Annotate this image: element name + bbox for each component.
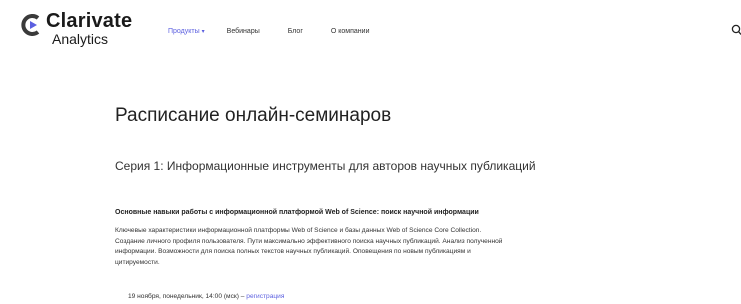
description-line: Ключевые характеристики информационной п…: [115, 227, 482, 234]
clarivate-logo-icon: [21, 14, 40, 36]
event-schedule: 19 ноября, понедельник, 14:00 (мск) – ре…: [128, 293, 284, 300]
main-nav: Продукты ▾ Вебинары Блог О компании: [168, 28, 397, 35]
event-date: 19 ноября, понедельник, 14:00 (мск): [128, 293, 239, 300]
nav-item-about[interactable]: О компании: [331, 28, 370, 35]
nav-item-products[interactable]: Продукты ▾: [168, 28, 205, 35]
description-line: цитируемости.: [115, 258, 160, 266]
webinar-description: Ключевые характеристики информационной п…: [115, 226, 675, 268]
registration-link[interactable]: регистрация: [246, 293, 284, 300]
chevron-down-icon: ▾: [201, 29, 205, 35]
nav-item-blog[interactable]: Блог: [288, 28, 303, 35]
series-title: Серия 1: Информационные инструменты для …: [115, 159, 536, 173]
site-header: Clarivate Analytics Продукты ▾ Вебинары Б…: [0, 0, 741, 62]
page-title: Расписание онлайн-семинаров: [115, 105, 392, 126]
logo-subname: Analytics: [52, 31, 109, 47]
nav-item-webinars[interactable]: Вебинары: [227, 28, 260, 35]
logo-name: Clarivate: [46, 10, 133, 32]
description-line: Создание личного профиля пользователя. П…: [115, 237, 503, 245]
clarivate-logo[interactable]: Clarivate Analytics: [20, 11, 132, 46]
page: Clarivate Analytics Продукты ▾ Вебинары Б…: [0, 0, 741, 304]
nav-item-label: Продукты: [168, 28, 200, 35]
webinar-heading: Основные навыки работы с информационной …: [115, 209, 479, 216]
description-line: информации. Возможности для поиска полны…: [115, 248, 471, 255]
search-icon[interactable]: [731, 24, 741, 36]
